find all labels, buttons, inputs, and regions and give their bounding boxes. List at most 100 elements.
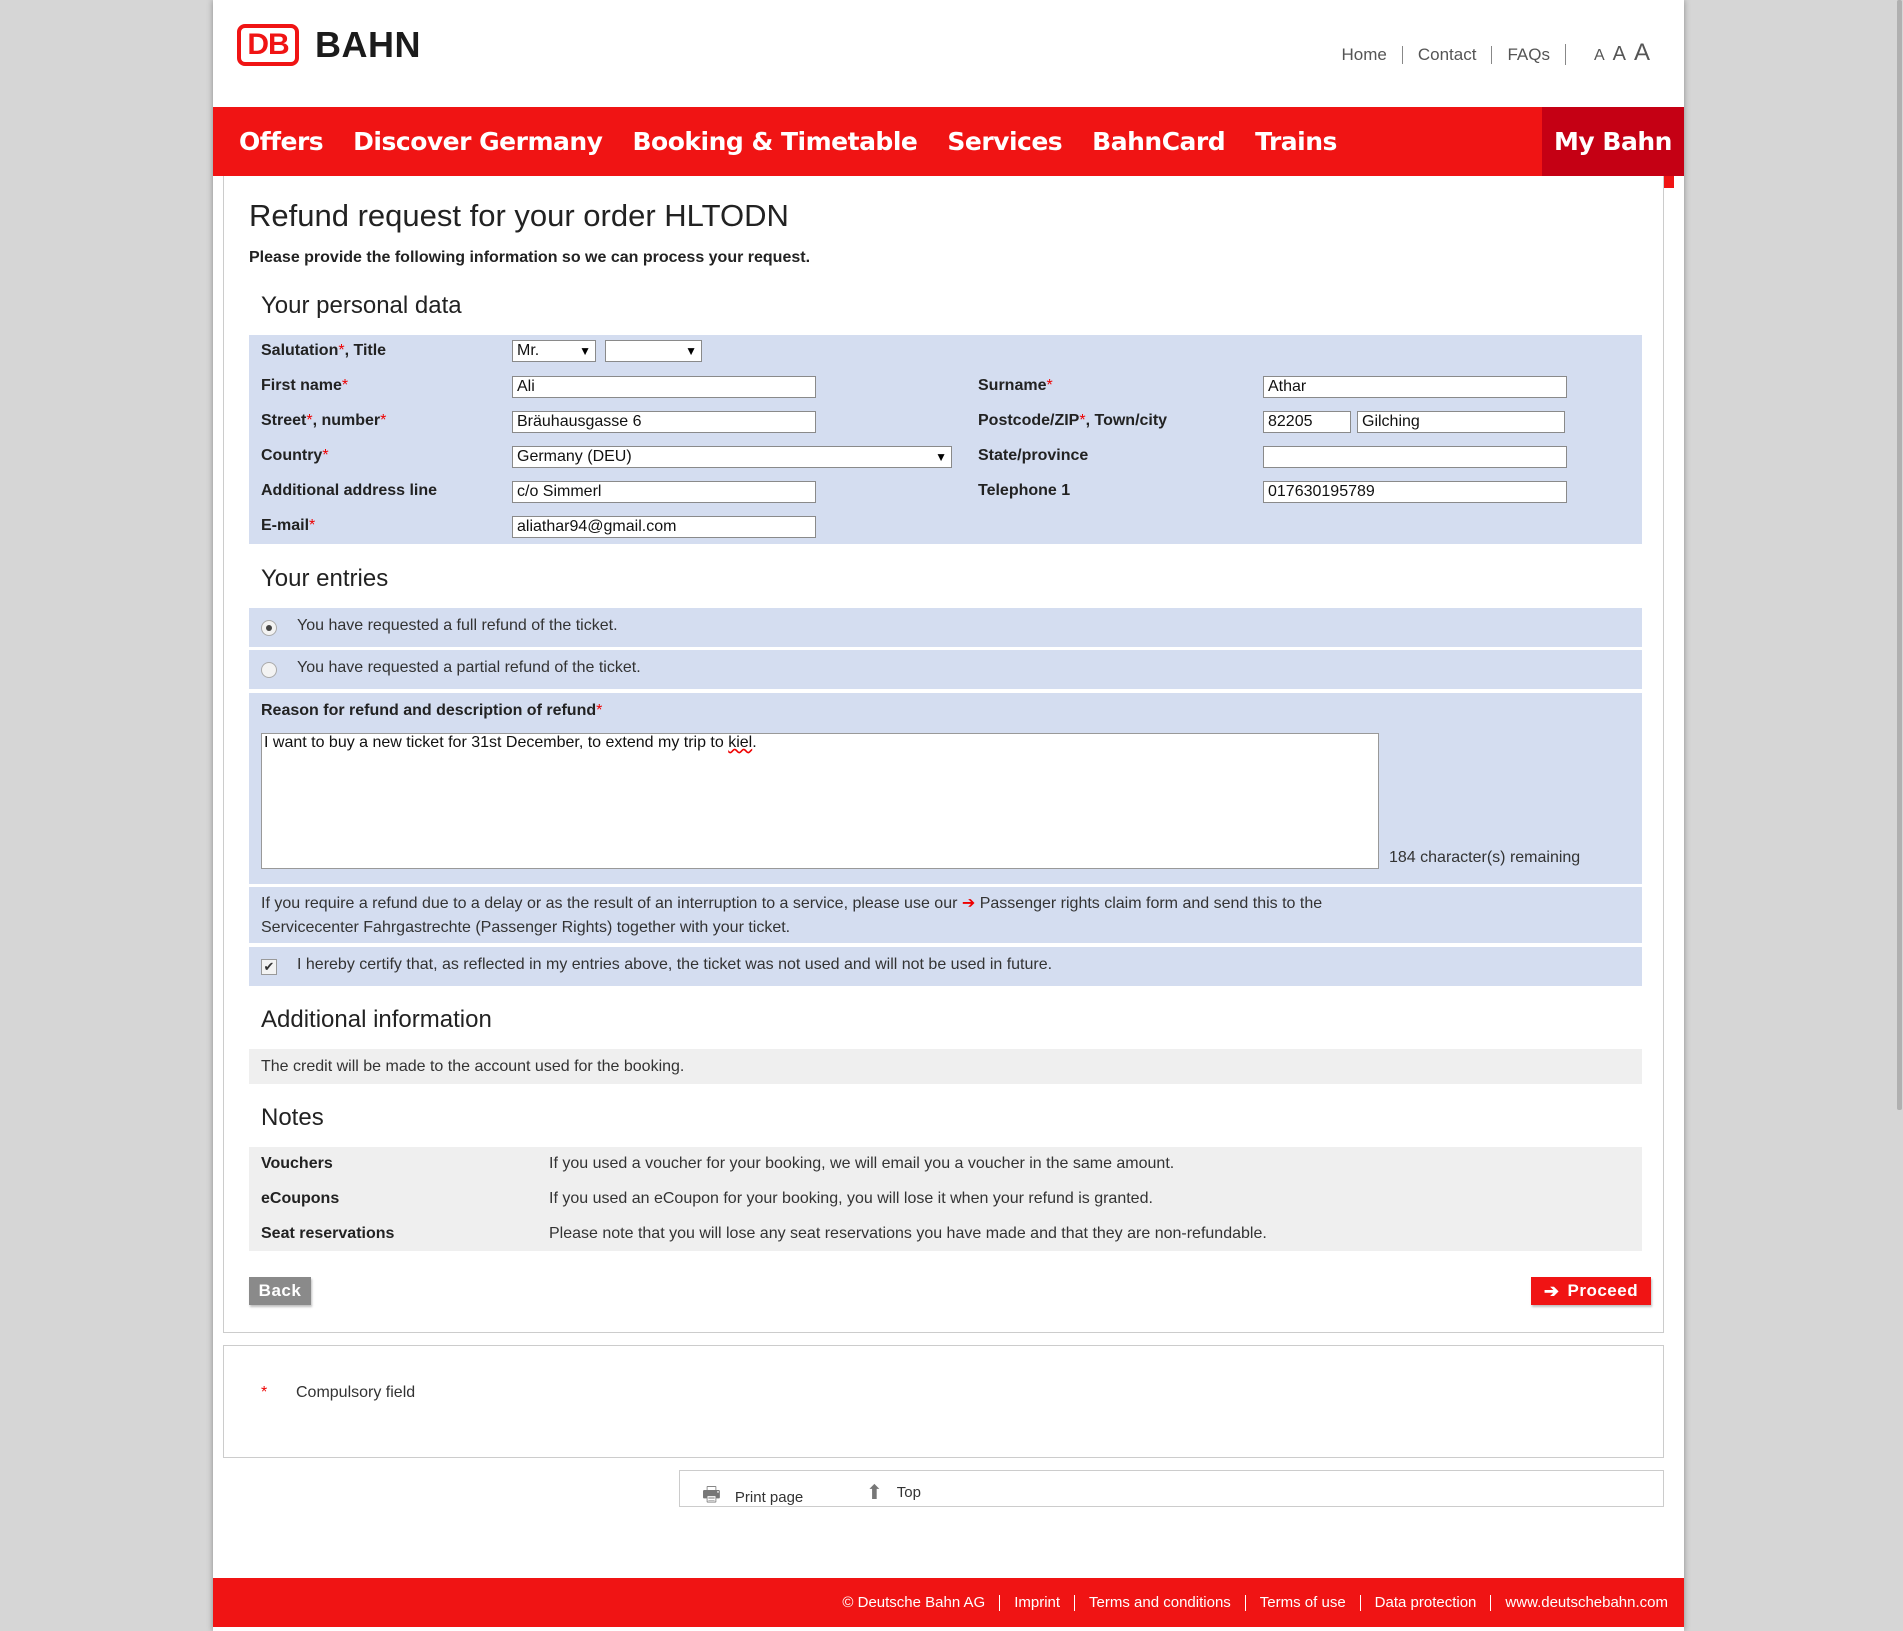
partial-refund-radio[interactable] bbox=[261, 662, 277, 678]
nav-discover-germany[interactable]: Discover Germany bbox=[353, 127, 603, 156]
certify-label: I hereby certify that, as reflected in m… bbox=[297, 956, 1053, 973]
telephone-label: Telephone 1 bbox=[978, 482, 1071, 499]
additional-info-heading: Additional information bbox=[261, 1006, 492, 1033]
first-name-input[interactable]: Ali bbox=[512, 376, 816, 398]
arrow-up-icon: ⬆ bbox=[866, 1482, 883, 1504]
proceed-button[interactable]: ➔ Proceed bbox=[1531, 1277, 1651, 1305]
top-link[interactable]: ⬆ Top bbox=[866, 1480, 921, 1505]
home-link[interactable]: Home bbox=[1327, 45, 1402, 64]
compulsory-field-text: Compulsory field bbox=[296, 1384, 416, 1401]
nav-booking-timetable[interactable]: Booking & Timetable bbox=[632, 127, 917, 156]
state-label: State/province bbox=[978, 447, 1089, 464]
email-label: E-mail* bbox=[261, 517, 316, 534]
scrollbar-thumb[interactable] bbox=[1897, 0, 1902, 1110]
db-logo-mark: DB bbox=[237, 24, 299, 66]
surname-input[interactable]: Athar bbox=[1263, 376, 1567, 398]
main-navigation: Offers Discover Germany Booking & Timeta… bbox=[213, 107, 1684, 176]
full-refund-radio[interactable] bbox=[261, 620, 277, 636]
page-title: Refund request for your order HLTODN bbox=[249, 198, 789, 233]
proceed-label: Proceed bbox=[1567, 1281, 1639, 1300]
font-size-medium[interactable]: A bbox=[1613, 44, 1626, 64]
print-page-link[interactable]: 🖶 Print page bbox=[702, 1480, 803, 1514]
email-input[interactable]: aliathar94@gmail.com bbox=[512, 516, 816, 538]
page-tools: 🖶 Print page ⬆ Top bbox=[679, 1470, 1664, 1507]
legend-box: * Compulsory field bbox=[223, 1345, 1664, 1458]
street-input[interactable]: Bräuhausgasse 6 bbox=[512, 411, 816, 433]
reason-label: Reason for refund and description of ref… bbox=[261, 702, 603, 719]
delay-info-panel: If you require a refund due to a delay o… bbox=[249, 887, 1642, 943]
passenger-rights-link[interactable]: Passenger rights claim form bbox=[980, 895, 1178, 912]
personal-data-heading: Your personal data bbox=[261, 292, 462, 319]
town-input[interactable]: Gilching bbox=[1357, 411, 1565, 433]
your-entries-heading: Your entries bbox=[261, 565, 389, 592]
additional-address-input[interactable]: c/o Simmerl bbox=[512, 481, 816, 503]
note-text-seat-reservations: Please note that you will lose any seat … bbox=[549, 1225, 1267, 1242]
country-select[interactable]: Germany (DEU) ▼ bbox=[512, 446, 952, 468]
footer-website[interactable]: www.deutschebahn.com bbox=[1490, 1594, 1684, 1611]
notes-panel: Vouchers If you used a voucher for your … bbox=[249, 1147, 1642, 1251]
db-bahn-logo[interactable]: DB BAHN bbox=[237, 24, 421, 66]
surname-label: Surname* bbox=[978, 377, 1053, 394]
certify-row: ✔ I hereby certify that, as reflected in… bbox=[249, 947, 1642, 986]
font-size-large[interactable]: A bbox=[1634, 41, 1650, 65]
footer-copyright[interactable]: © Deutsche Bahn AG bbox=[828, 1594, 999, 1611]
chevron-down-icon: ▼ bbox=[685, 344, 697, 358]
chevron-down-icon: ▼ bbox=[579, 344, 591, 358]
contact-link[interactable]: Contact bbox=[1401, 45, 1492, 64]
misspelled-word: kiel bbox=[728, 734, 753, 751]
personal-data-panel: Salutation*, Title Mr. ▼ ▼ First name* Al… bbox=[249, 335, 1642, 544]
first-name-label: First name* bbox=[261, 377, 349, 394]
nav-offers[interactable]: Offers bbox=[239, 127, 324, 156]
printer-icon: 🖶 bbox=[702, 1484, 721, 1506]
credit-info-text: The credit will be made to the account u… bbox=[261, 1058, 685, 1075]
characters-remaining: 184 character(s) remaining bbox=[1389, 849, 1581, 866]
footer-terms-of-use[interactable]: Terms of use bbox=[1244, 1594, 1360, 1611]
certify-checkbox[interactable]: ✔ bbox=[261, 959, 277, 975]
meta-navigation: Home Contact FAQs A A A bbox=[1327, 41, 1650, 65]
intro-text: Please provide the following information… bbox=[249, 249, 811, 266]
page: DB BAHN Home Contact FAQs A A A Offers D… bbox=[213, 0, 1684, 1631]
country-label: Country* bbox=[261, 447, 329, 464]
salutation-select[interactable]: Mr. ▼ bbox=[512, 340, 596, 362]
full-refund-label: You have requested a full refund of the … bbox=[297, 617, 618, 634]
font-size-switcher: A A A bbox=[1564, 41, 1650, 65]
full-refund-row[interactable]: You have requested a full refund of the … bbox=[249, 608, 1642, 647]
footer-data-protection[interactable]: Data protection bbox=[1359, 1594, 1491, 1611]
chevron-down-icon: ▼ bbox=[935, 450, 947, 464]
street-label: Street*, number* bbox=[261, 412, 387, 429]
partial-refund-label: You have requested a partial refund of t… bbox=[297, 659, 641, 676]
title-select[interactable]: ▼ bbox=[605, 340, 702, 362]
state-input[interactable] bbox=[1263, 446, 1567, 468]
postcode-town-label: Postcode/ZIP*, Town/city bbox=[978, 412, 1168, 429]
notes-heading: Notes bbox=[261, 1104, 324, 1131]
footer: © Deutsche Bahn AG Imprint Terms and con… bbox=[213, 1578, 1684, 1627]
nav-services[interactable]: Services bbox=[947, 127, 1062, 156]
partial-refund-row[interactable]: You have requested a partial refund of t… bbox=[249, 650, 1642, 689]
footer-imprint[interactable]: Imprint bbox=[999, 1594, 1074, 1611]
note-label-seat-reservations: Seat reservations bbox=[261, 1225, 395, 1242]
reason-panel: Reason for refund and description of ref… bbox=[249, 693, 1642, 884]
telephone-input[interactable]: 017630195789 bbox=[1263, 481, 1567, 503]
logo-text: BAHN bbox=[315, 24, 421, 65]
additional-address-label: Additional address line bbox=[261, 482, 438, 499]
additional-info-panel: The credit will be made to the account u… bbox=[249, 1049, 1642, 1084]
postcode-input[interactable]: 82205 bbox=[1263, 411, 1351, 433]
note-label-ecoupons: eCoupons bbox=[261, 1190, 340, 1207]
salutation-label: Salutation*, Title bbox=[261, 342, 387, 359]
nav-my-bahn[interactable]: My Bahn bbox=[1542, 107, 1684, 176]
nav-trains[interactable]: Trains bbox=[1255, 127, 1337, 156]
back-button[interactable]: Back bbox=[249, 1277, 311, 1305]
delay-info-text: If you require a refund due to a delay o… bbox=[261, 895, 1323, 936]
footer-terms-conditions[interactable]: Terms and conditions bbox=[1074, 1594, 1245, 1611]
refund-form: Refund request for your order HLTODN Ple… bbox=[223, 176, 1664, 1333]
arrow-right-icon: ➔ bbox=[961, 895, 976, 912]
faqs-link[interactable]: FAQs bbox=[1491, 45, 1565, 64]
font-size-small[interactable]: A bbox=[1594, 47, 1605, 65]
note-text-vouchers: If you used a voucher for your booking, … bbox=[549, 1155, 1175, 1172]
note-label-vouchers: Vouchers bbox=[261, 1155, 333, 1172]
note-text-ecoupons: If you used an eCoupon for your booking,… bbox=[549, 1190, 1153, 1207]
arrow-right-icon: ➔ bbox=[1543, 1280, 1560, 1301]
reason-textarea[interactable]: I want to buy a new ticket for 31st Dece… bbox=[261, 733, 1379, 869]
nav-bahncard[interactable]: BahnCard bbox=[1092, 127, 1225, 156]
required-star: * bbox=[261, 1384, 268, 1401]
